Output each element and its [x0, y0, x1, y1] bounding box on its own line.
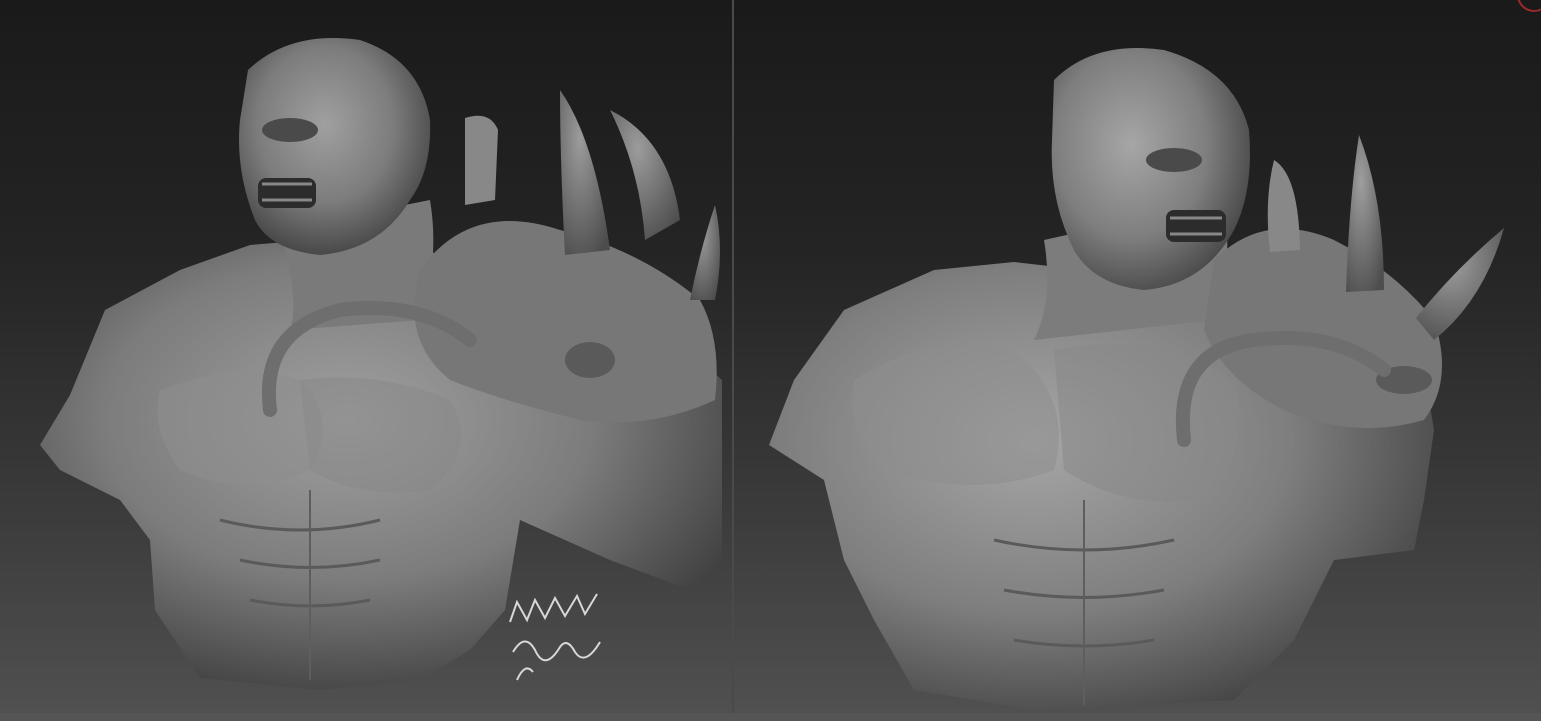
- sculpt-bust-right: [769, 48, 1504, 710]
- viewport-right[interactable]: [734, 0, 1541, 713]
- bottom-status-strip: [0, 713, 1541, 721]
- artist-signature: [509, 593, 601, 681]
- sculpt-bust-left: [40, 38, 722, 690]
- viewport-left[interactable]: [0, 0, 732, 713]
